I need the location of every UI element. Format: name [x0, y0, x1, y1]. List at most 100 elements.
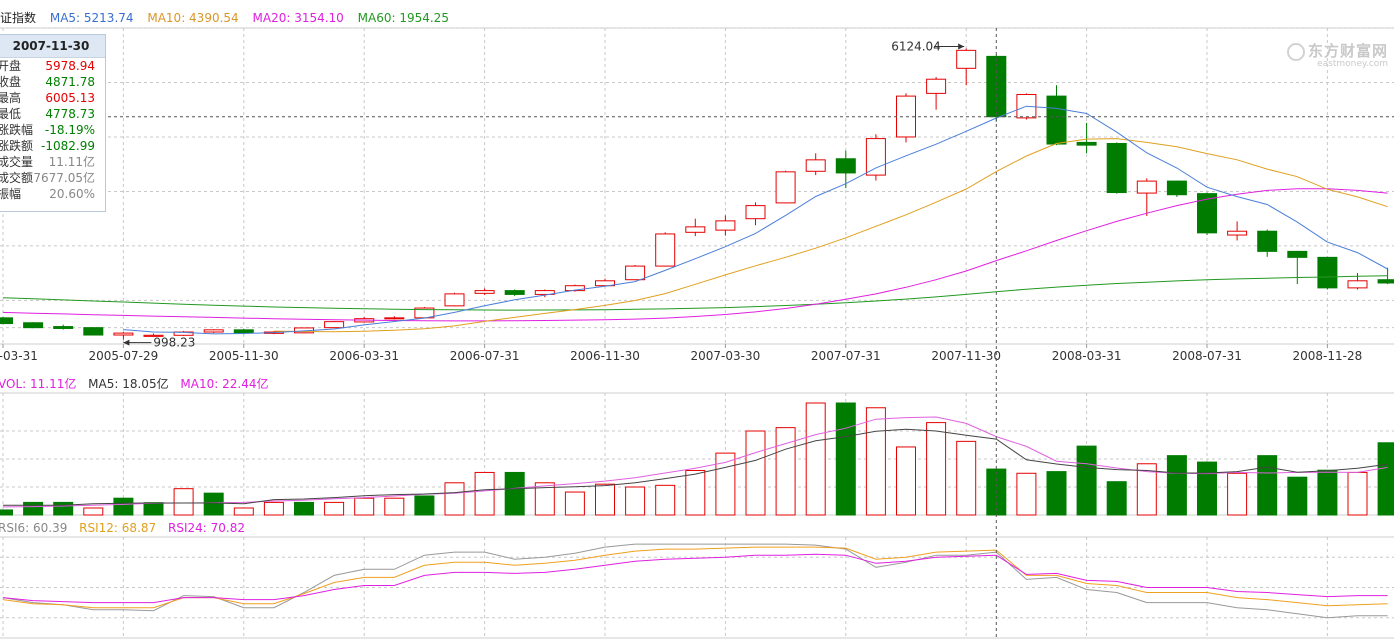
rsi6-line	[2, 543, 1388, 619]
candle-body	[1106, 143, 1127, 194]
volume-bar	[0, 509, 13, 516]
tooltip-label: 最高	[0, 91, 22, 105]
x-tick-label: 2005-07-29	[89, 349, 159, 363]
volume-bar	[504, 471, 525, 516]
legend-ma20: MA20: 3154.10	[252, 11, 344, 25]
x-tick-label: 2008-11-28	[1293, 349, 1363, 363]
high-annotation: 6124.04	[891, 39, 941, 53]
candle-body	[83, 327, 104, 336]
tooltip-label: 开盘	[0, 59, 22, 73]
legend-vol: VOL: 11.11亿	[0, 377, 77, 391]
candle-body	[444, 293, 465, 307]
candle-body	[655, 233, 676, 267]
main-legend: 证指数 MA5: 5213.74 MA10: 4390.54 MA20: 315…	[0, 9, 449, 26]
volume-bar	[775, 427, 796, 516]
candle-body	[1317, 256, 1338, 289]
volume-bar	[233, 507, 254, 516]
x-tick-label: 2005-11-30	[209, 349, 279, 363]
tooltip-value: 20.60%	[49, 187, 95, 201]
volume-bar	[595, 483, 615, 516]
volume-bar	[414, 495, 435, 516]
x-tick-label: 2007-07-31	[811, 349, 881, 363]
volume-bar	[203, 492, 224, 516]
volume-bar	[1197, 461, 1217, 516]
volume-legend: VOL: 11.11亿 MA5: 18.05亿 MA10: 22.44亿	[0, 375, 268, 392]
legend-rsi12: RSI12: 68.87	[79, 521, 157, 535]
volume-bar	[745, 430, 766, 516]
candle-body	[775, 171, 796, 204]
candle-body	[1257, 230, 1278, 252]
volume-bar	[23, 501, 44, 516]
volume-bar	[865, 407, 886, 516]
candle-body	[956, 49, 977, 69]
volume-bar	[956, 440, 977, 516]
tooltip-row: 涨跌幅 -18.19%	[0, 122, 105, 138]
rsi24-line	[2, 553, 1388, 604]
tooltip-value: 4778.73	[45, 107, 95, 121]
tooltip-label: 涨跌幅	[0, 123, 34, 137]
candle-body	[1136, 180, 1157, 194]
legend-ma5: MA5: 5213.74	[49, 11, 134, 25]
legend-ma60: MA60: 1954.25	[357, 11, 449, 25]
volume-bar	[143, 502, 164, 516]
legend-ma10: MA10: 4390.54	[147, 11, 239, 25]
tooltip-value: -18.19%	[44, 123, 95, 137]
tooltip-row: 振幅 20.60%	[0, 186, 105, 202]
legend-vol-ma10: MA10: 22.44亿	[180, 377, 269, 391]
tooltip-date: 2007-11-30	[0, 35, 105, 58]
stock-chart[interactable]: 2005-03-31 2005-07-29 2005-11-30 2006-03-31…	[0, 0, 1394, 640]
candle-body	[384, 317, 405, 320]
data-tooltip: 2007-11-30 开盘 5978.94 收盘 4871.78 最高 6005.13 最低…	[0, 34, 106, 212]
volume-bar	[1347, 471, 1368, 516]
index-name: 证指数	[0, 11, 37, 25]
candle-body	[805, 159, 826, 172]
legend-vol-ma5: MA5: 18.05亿	[88, 377, 169, 391]
candle-body	[233, 329, 254, 334]
volume-bar	[564, 491, 585, 516]
legend-rsi6: RSI6: 60.39	[0, 521, 68, 535]
volume-bar	[1166, 455, 1187, 516]
volume-bar	[324, 501, 345, 516]
candle-body	[1166, 180, 1187, 196]
candle-body	[504, 290, 525, 295]
volume-bar	[926, 422, 947, 516]
low-arrow-head	[123, 339, 130, 346]
tooltip-value: 11.11亿	[48, 155, 95, 169]
volume-bar	[1227, 472, 1248, 516]
tooltip-row: 收盘 4871.78	[0, 74, 105, 90]
volume-bar	[53, 501, 74, 516]
legend-rsi24: RSI24: 70.82	[167, 521, 245, 535]
x-tick-label: 2008-07-31	[1172, 349, 1242, 363]
volume-bar	[835, 402, 856, 516]
tooltip-label: 收盘	[0, 75, 22, 89]
x-tick-label: 2007-03-30	[691, 349, 761, 363]
volume-bar	[444, 482, 465, 516]
volume-bar	[113, 497, 134, 516]
volume-bar	[173, 488, 194, 516]
candle-body	[23, 322, 44, 329]
tooltip-label: 最低	[0, 107, 22, 121]
candle-body	[745, 205, 766, 220]
x-tick-label: 2006-03-31	[329, 349, 399, 363]
candle-body	[113, 332, 134, 336]
volume-bar	[1377, 442, 1394, 516]
volume-bar	[384, 497, 405, 516]
tooltip-value: 17677.05亿	[25, 171, 95, 185]
ma60-line	[2, 275, 1388, 311]
x-tick-label: 2006-11-30	[570, 349, 640, 363]
tooltip-row: 开盘 5978.94	[0, 58, 105, 74]
low-annotation: 998.23	[153, 336, 195, 350]
candle-body	[0, 317, 13, 325]
volume-bar	[896, 446, 916, 516]
candle-body	[203, 329, 224, 333]
candle-body	[625, 265, 646, 281]
volume-bar	[655, 484, 676, 516]
tooltip-value: -1082.99	[41, 139, 95, 153]
eastmoney-logo: 东方财富网 eastmoney.com	[1286, 40, 1388, 69]
volume-bar	[474, 471, 495, 516]
tooltip-value: 6005.13	[45, 91, 95, 105]
tooltip-value: 5978.94	[45, 59, 95, 73]
candle-body	[1347, 280, 1368, 289]
tooltip-row: 涨跌额 -1082.99	[0, 138, 105, 154]
volume-bar	[294, 501, 314, 516]
